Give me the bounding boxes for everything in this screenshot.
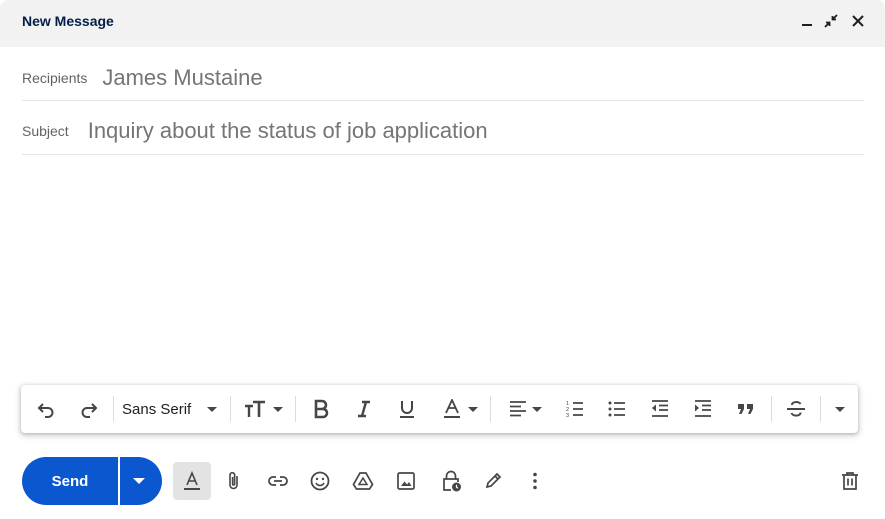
link-icon: [268, 476, 288, 486]
underline-button[interactable]: [396, 397, 418, 421]
bold-icon: [314, 399, 329, 419]
text-size-button[interactable]: [240, 397, 286, 421]
underline-icon: [400, 401, 414, 418]
redo-button[interactable]: [78, 397, 100, 421]
subject-value[interactable]: Inquiry about the status of job applicat…: [88, 118, 488, 144]
strikethrough-button[interactable]: [785, 397, 807, 421]
svg-text:3: 3: [566, 413, 569, 419]
text-size-icon: [245, 400, 265, 417]
signature-icon: [485, 472, 502, 489]
bulleted-list-button[interactable]: [606, 397, 628, 421]
attach-icon: [229, 471, 238, 490]
compose-title: New Message: [22, 13, 114, 29]
recipients-value[interactable]: James Mustaine: [102, 65, 262, 91]
font-family-value: Sans Serif: [122, 400, 192, 418]
formatting-toolbar: Sans Serif 1 2 3: [21, 385, 858, 433]
quote-button[interactable]: [735, 397, 757, 421]
toolbar-separator: [490, 396, 491, 422]
indent-more-icon: [695, 400, 711, 417]
compose-header: New Message: [0, 0, 885, 47]
more-options-icon: [533, 472, 537, 490]
indent-more-button[interactable]: [692, 397, 714, 421]
formatting-options-button[interactable]: [173, 462, 211, 500]
bulleted-list-icon: [608, 401, 625, 417]
indent-less-button[interactable]: [649, 397, 671, 421]
italic-button[interactable]: [353, 397, 375, 421]
text-color-button[interactable]: [438, 397, 482, 421]
indent-less-icon: [652, 400, 668, 417]
confidential-mode-button[interactable]: [436, 466, 466, 496]
text-color-icon: [444, 399, 460, 418]
bold-button[interactable]: [310, 397, 332, 421]
photo-icon: [397, 472, 415, 490]
formatting-options-icon: [184, 470, 200, 490]
drive-icon: [352, 472, 374, 490]
chevron-down-icon: [133, 478, 145, 484]
discard-button[interactable]: [835, 466, 865, 496]
italic-icon: [358, 400, 370, 418]
send-button[interactable]: Send: [22, 457, 118, 505]
subject-field[interactable]: Subject Inquiry about the status of job …: [22, 107, 864, 155]
close-icon: [852, 15, 864, 27]
attach-button[interactable]: [219, 466, 249, 496]
align-icon: [510, 401, 526, 417]
chevron-down-icon: [273, 406, 283, 412]
numbered-list-icon: 1 2 3: [566, 401, 583, 419]
exit-fullscreen-icon: [824, 14, 838, 28]
exit-fullscreen-button[interactable]: [820, 10, 842, 32]
numbered-list-button[interactable]: 1 2 3: [564, 397, 586, 421]
confidential-mode-icon: [443, 470, 461, 492]
minimize-icon: [802, 24, 812, 26]
font-family-select[interactable]: Sans Serif: [122, 397, 222, 421]
emoji-button[interactable]: [305, 466, 335, 496]
drive-button[interactable]: [348, 466, 378, 496]
redo-icon: [81, 403, 98, 418]
chevron-down-icon: [207, 406, 218, 412]
emoji-icon: [310, 471, 330, 491]
chevron-down-icon: [532, 406, 542, 412]
chevron-down-icon: [468, 406, 478, 412]
close-button[interactable]: [847, 10, 869, 32]
toolbar-separator: [295, 396, 296, 422]
signature-button[interactable]: [478, 466, 508, 496]
minimize-button[interactable]: [796, 10, 818, 32]
undo-icon: [37, 403, 54, 418]
undo-button[interactable]: [35, 397, 57, 421]
more-formatting-button[interactable]: [829, 397, 851, 421]
photo-button[interactable]: [391, 466, 421, 496]
toolbar-separator: [820, 396, 821, 422]
message-body[interactable]: [22, 160, 864, 375]
recipients-label: Recipients: [22, 69, 88, 86]
align-button[interactable]: [503, 397, 547, 421]
discard-icon: [842, 472, 858, 490]
toolbar-separator: [771, 396, 772, 422]
quote-icon: [738, 404, 753, 414]
recipients-field[interactable]: Recipients James Mustaine: [22, 55, 864, 101]
more-formatting-icon: [835, 406, 845, 412]
strikethrough-icon: [787, 401, 805, 417]
subject-label: Subject: [22, 122, 69, 139]
send-options-button[interactable]: [120, 457, 162, 505]
link-button[interactable]: [263, 466, 293, 496]
toolbar-separator: [230, 396, 231, 422]
toolbar-separator: [113, 396, 114, 422]
more-options-button[interactable]: [520, 466, 550, 496]
